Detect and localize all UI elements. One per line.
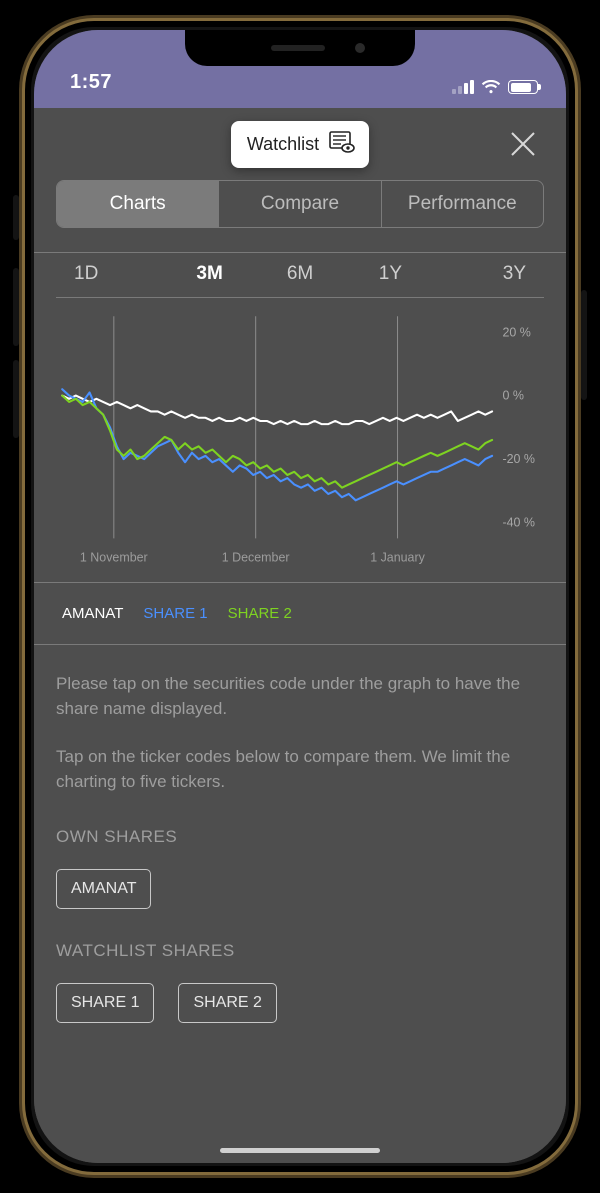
svg-text:-20 %: -20 % (502, 452, 535, 466)
battery-icon (508, 80, 538, 94)
ticker-chip[interactable]: SHARE 1 (56, 983, 154, 1023)
chart: -40 % -20 % 0 % 20 % 1 November 1 December 1 J… (56, 310, 544, 570)
range-3m[interactable]: 3M (164, 263, 254, 285)
home-indicator (220, 1148, 380, 1153)
wifi-icon (481, 80, 501, 94)
svg-text:0 %: 0 % (502, 389, 523, 403)
speaker-grille (271, 45, 325, 51)
status-icons (452, 80, 538, 94)
phone-volume-down (13, 360, 19, 438)
svg-text:1 November: 1 November (80, 550, 148, 564)
hint-text-2: Tap on the ticker codes below to compare… (56, 744, 544, 795)
screen: 1:57 Watchlist (34, 30, 566, 1163)
svg-text:1 January: 1 January (370, 550, 425, 564)
own-shares-row: AMANAT (56, 869, 544, 909)
front-camera (355, 43, 365, 53)
tab-performance[interactable]: Performance (382, 181, 543, 227)
range-1y[interactable]: 1Y (345, 263, 435, 285)
section-divider (34, 644, 566, 645)
hint-text-1: Please tap on the securities code under … (56, 671, 544, 722)
watchlist-shares-row: SHARE 1 SHARE 2 (56, 983, 544, 1023)
tab-charts[interactable]: Charts (57, 181, 219, 227)
time-range-row: 1D3M6M1Y3Y (56, 253, 544, 298)
phone-volume-up (13, 268, 19, 346)
phone-power-button (581, 290, 587, 400)
range-6m[interactable]: 6M (255, 263, 345, 285)
header: Watchlist (34, 108, 566, 180)
ticker-chip[interactable]: AMANAT (56, 869, 151, 909)
tab-compare[interactable]: Compare (219, 181, 381, 227)
ticker-chip[interactable]: SHARE 2 (178, 983, 276, 1023)
phone-frame: 1:57 Watchlist (22, 18, 578, 1175)
cellular-signal-icon (452, 80, 474, 94)
svg-text:1 December: 1 December (222, 550, 290, 564)
range-1d[interactable]: 1D (56, 263, 164, 285)
range-3y[interactable]: 3Y (436, 263, 544, 285)
svg-text:-40 %: -40 % (502, 516, 535, 530)
watchlist-label: Watchlist (247, 134, 319, 155)
app-screen: Watchlist (34, 108, 566, 1163)
series-legend: AMANAT SHARE 1 SHARE 2 (56, 583, 544, 644)
watchlist-icon (329, 131, 355, 158)
phone-silent-switch (13, 195, 19, 240)
status-bar: 1:57 (34, 30, 566, 108)
own-shares-title: OWN SHARES (56, 827, 544, 847)
status-time: 1:57 (70, 71, 112, 94)
legend-item[interactable]: SHARE 2 (228, 605, 292, 622)
watchlist-button[interactable]: Watchlist (231, 121, 369, 168)
svg-text:20 %: 20 % (502, 325, 530, 339)
notch (185, 30, 415, 66)
tab-segmented: ChartsComparePerformance (56, 180, 544, 228)
legend-item[interactable]: SHARE 1 (143, 605, 207, 622)
close-button[interactable] (508, 129, 538, 159)
chart-svg: -40 % -20 % 0 % 20 % 1 November 1 December 1 J… (56, 310, 544, 570)
watchlist-shares-title: WATCHLIST SHARES (56, 941, 544, 961)
legend-item[interactable]: AMANAT (62, 605, 123, 622)
